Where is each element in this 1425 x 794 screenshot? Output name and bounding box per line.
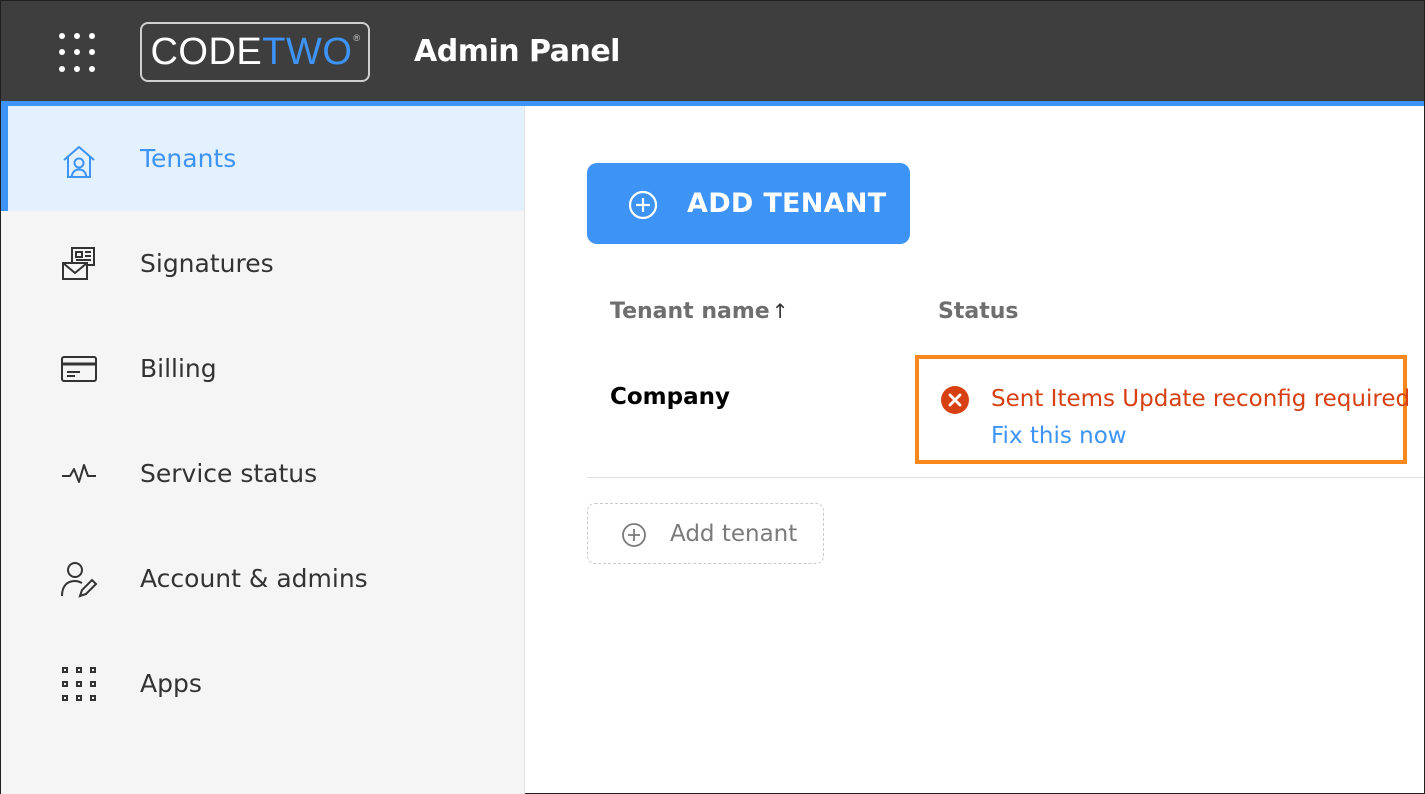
apps-grid-icon [59, 664, 99, 704]
sidebar-item-label: Signatures [140, 249, 274, 278]
add-tenant-button[interactable]: ADD TENANT [587, 163, 910, 244]
sidebar-item-service-status[interactable]: Service status [1, 421, 524, 526]
sidebar-item-signatures[interactable]: Signatures [1, 211, 524, 316]
sidebar: Tenants Signatures Billing Service statu… [1, 106, 525, 794]
sidebar-item-label: Billing [140, 354, 217, 383]
add-tenant-inline-label: Add tenant [670, 521, 798, 547]
fix-this-now-link[interactable]: Fix this now [991, 423, 1127, 449]
logo-two-text: TWO [262, 30, 353, 73]
add-tenant-button-label: ADD TENANT [687, 188, 887, 219]
error-circle-icon [940, 385, 970, 420]
waffle-grid-icon[interactable] [59, 33, 99, 73]
sidebar-item-label: Account & admins [140, 564, 368, 593]
sidebar-item-apps[interactable]: Apps [1, 631, 524, 736]
logo-code-text: CODE [150, 30, 263, 73]
tenant-name-cell[interactable]: Company [610, 384, 730, 410]
sidebar-item-label: Tenants [140, 144, 237, 173]
column-header-tenant-name[interactable]: Tenant name ↑ [610, 299, 788, 324]
add-tenant-inline-button[interactable]: Add tenant [587, 503, 824, 564]
column-header-label: Tenant name [610, 299, 770, 324]
sidebar-item-account-admins[interactable]: Account & admins [1, 526, 524, 631]
sidebar-item-label: Service status [140, 459, 318, 488]
user-edit-icon [59, 559, 99, 599]
top-bar: CODE TWO ® Admin Panel [1, 1, 1424, 102]
column-header-status: Status [938, 299, 1019, 324]
pulse-icon [59, 454, 99, 494]
status-error-text: Sent Items Update reconfig required [991, 386, 1411, 412]
credit-card-icon [59, 349, 99, 389]
sidebar-item-billing[interactable]: Billing [1, 316, 524, 421]
codetwo-logo[interactable]: CODE TWO ® [140, 22, 370, 82]
sidebar-item-tenants[interactable]: Tenants [1, 106, 524, 211]
status-cell-highlight: Sent Items Update reconfig required Fix … [915, 355, 1411, 464]
sort-ascending-icon: ↑ [771, 299, 789, 323]
row-divider [587, 477, 1424, 478]
plus-circle-icon [621, 522, 647, 553]
sidebar-item-label: Apps [140, 669, 202, 698]
plus-circle-icon [628, 190, 658, 223]
signature-envelope-icon [59, 244, 99, 284]
logo-registered-mark: ® [353, 33, 361, 43]
home-user-icon [59, 142, 99, 182]
app-title: Admin Panel [414, 34, 620, 69]
